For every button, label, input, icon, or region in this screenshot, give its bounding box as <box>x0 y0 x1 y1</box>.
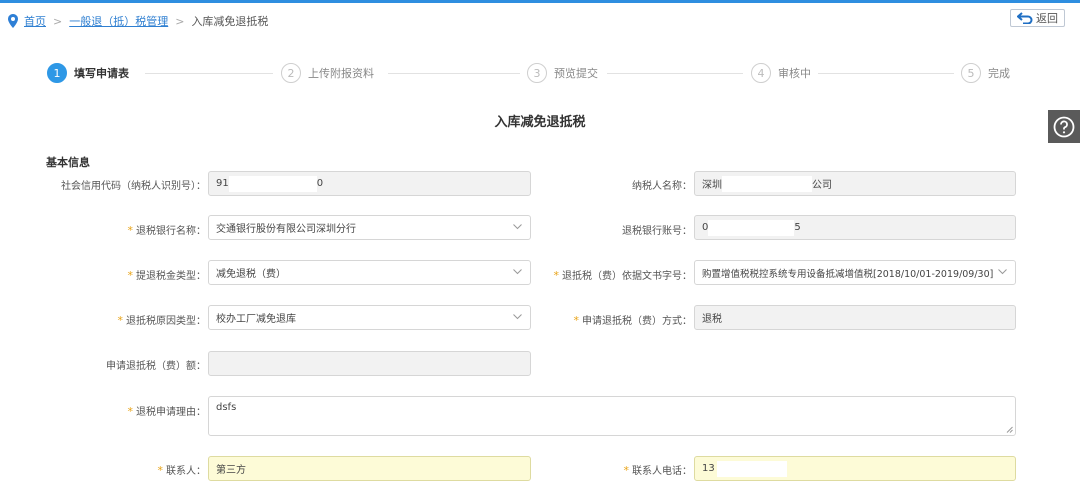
credit-code-field: 91 0 <box>208 171 531 196</box>
step-connector <box>388 73 520 74</box>
redacted-mask <box>228 175 317 192</box>
return-arrow-icon <box>1017 12 1033 24</box>
help-button[interactable] <box>1048 110 1080 143</box>
form-title: 入库减免退抵税 <box>494 115 586 130</box>
contact-label: * 联系人： <box>157 464 207 477</box>
taxpayer-name-label: 纳税人名称： <box>632 181 692 192</box>
chevron-down-icon <box>513 314 522 320</box>
breadcrumb-current: 入库减免退抵税 <box>191 15 269 28</box>
step-label: 填写申请表 <box>74 67 129 80</box>
doc-number-label: * 退抵税（费）依据文书字号： <box>553 269 693 282</box>
step-1: 1 填写申请表 <box>47 62 129 84</box>
step-label: 审核中 <box>778 67 811 80</box>
step-number: 4 <box>751 63 771 83</box>
doc-number-select[interactable]: 购置增值税税控系统专用设备抵减增值税[2018/10/01-2019/09/30… <box>694 260 1016 285</box>
redacted-mask <box>708 219 795 236</box>
reason-type-select[interactable]: 校办工厂减免退库 <box>208 305 531 330</box>
breadcrumb-home-link[interactable]: 首页 <box>24 13 46 29</box>
redacted-mask <box>722 175 812 192</box>
step-number: 5 <box>961 63 981 83</box>
refund-amount-label: 申请退抵税（费）额： <box>106 361 206 372</box>
step-4: 4 审核中 <box>751 62 811 84</box>
taxpayer-name-field: 深圳 公司 <box>694 171 1016 196</box>
contact-input[interactable]: 第三方 <box>208 456 531 481</box>
question-circle-icon <box>1053 116 1075 137</box>
refund-method-label: * 申请退抵税（费）方式： <box>573 314 693 327</box>
refund-type-label: * 提退税金类型： <box>127 269 207 282</box>
phone-input[interactable]: 13 <box>694 456 1016 481</box>
step-label: 预览提交 <box>554 67 598 80</box>
top-accent-line <box>0 0 1080 3</box>
breadcrumb: 首页 > 一般退（抵）税管理 > 入库减免退抵税 <box>8 12 268 30</box>
bank-account-field: 0 5 <box>694 215 1016 240</box>
back-button[interactable]: 返回 <box>1010 9 1065 27</box>
breadcrumb-separator: > <box>175 14 185 28</box>
step-3: 3 预览提交 <box>527 62 598 84</box>
step-connector <box>145 73 273 74</box>
progress-steps: 1 填写申请表 2 上传附报资料 3 预览提交 4 审核中 5 完成 <box>0 62 1080 86</box>
refund-type-select[interactable]: 减免退税（费） <box>208 260 531 285</box>
step-number: 1 <box>47 63 67 83</box>
step-connector <box>818 73 954 74</box>
location-pin-icon <box>8 14 18 28</box>
step-label: 上传附报资料 <box>308 67 374 80</box>
reason-type-label: * 退抵税原因类型： <box>117 314 207 327</box>
reason-textarea[interactable]: dsfs <box>208 396 1016 436</box>
back-button-label: 返回 <box>1036 12 1058 25</box>
section-title-basic-info: 基本信息 <box>46 156 90 169</box>
refund-amount-field <box>208 351 531 376</box>
step-connector <box>607 73 743 74</box>
chevron-down-icon <box>513 224 522 230</box>
step-5: 5 完成 <box>961 62 1010 84</box>
breadcrumb-separator: > <box>53 14 63 28</box>
step-number: 3 <box>527 63 547 83</box>
bank-account-label: 退税银行账号： <box>622 226 692 237</box>
phone-label: * 联系人电话： <box>623 464 693 477</box>
redacted-mask <box>716 460 787 477</box>
chevron-down-icon <box>998 269 1007 275</box>
credit-code-label: 社会信用代码（纳税人识别号）： <box>61 181 206 192</box>
chevron-down-icon <box>513 269 522 275</box>
step-label: 完成 <box>988 67 1010 80</box>
refund-method-field: 退税 <box>694 305 1016 330</box>
step-number: 2 <box>281 63 301 83</box>
resize-handle-icon[interactable] <box>1006 426 1013 433</box>
breadcrumb-refund-management-link[interactable]: 一般退（抵）税管理 <box>69 13 168 29</box>
refund-bank-select[interactable]: 交通银行股份有限公司深圳分行 <box>208 215 531 240</box>
step-2: 2 上传附报资料 <box>281 62 374 84</box>
reason-label: * 退税申请理由： <box>127 405 207 418</box>
refund-bank-label: * 退税银行名称： <box>127 224 207 237</box>
